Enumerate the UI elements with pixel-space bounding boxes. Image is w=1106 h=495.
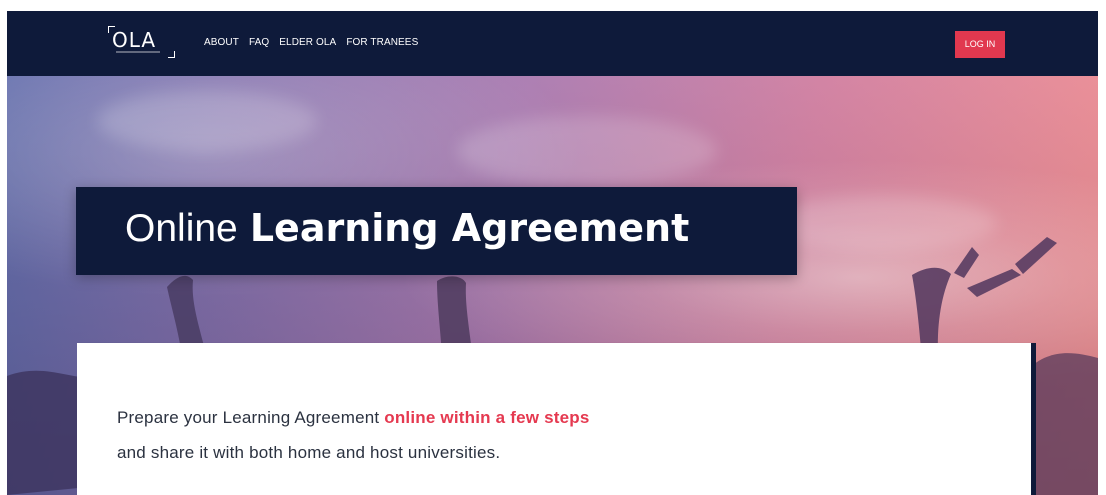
nav-link-elder-ola[interactable]: ELDER OLA <box>279 36 336 50</box>
intro-highlight: online within a few steps <box>384 408 590 427</box>
logo-tagline-mark <box>116 51 160 53</box>
nav-link-faq[interactable]: FAQ <box>249 36 269 50</box>
title-bold-text: Learning Agreement <box>249 206 690 250</box>
navigation-links: ABOUT FAQ ELDER OLA FOR TRANEES <box>204 36 418 50</box>
hero-title-panel: Online Learning Agreement <box>76 187 797 275</box>
page-title: Online Learning Agreement <box>125 205 689 252</box>
login-button[interactable]: LOG IN <box>955 31 1005 58</box>
top-navigation: OLA ABOUT FAQ ELDER OLA FOR TRANEES LOG … <box>7 11 1098 76</box>
ola-logo[interactable]: OLA <box>108 26 178 58</box>
nav-link-about[interactable]: ABOUT <box>204 36 239 50</box>
nav-link-for-trainees[interactable]: FOR TRANEES <box>346 36 418 50</box>
logo-text: OLA <box>112 28 157 52</box>
page-frame: OLA ABOUT FAQ ELDER OLA FOR TRANEES LOG … <box>0 0 1106 495</box>
intro-line-2: and share it with both home and host uni… <box>117 443 501 462</box>
logo-corner-bottom-right <box>168 51 175 58</box>
intro-card: Prepare your Learning Agreement online w… <box>77 343 1036 495</box>
intro-line-prefix: Prepare your Learning Agreement <box>117 408 385 427</box>
intro-text: Prepare your Learning Agreement online w… <box>117 400 877 470</box>
title-light-text: Online <box>125 207 238 250</box>
